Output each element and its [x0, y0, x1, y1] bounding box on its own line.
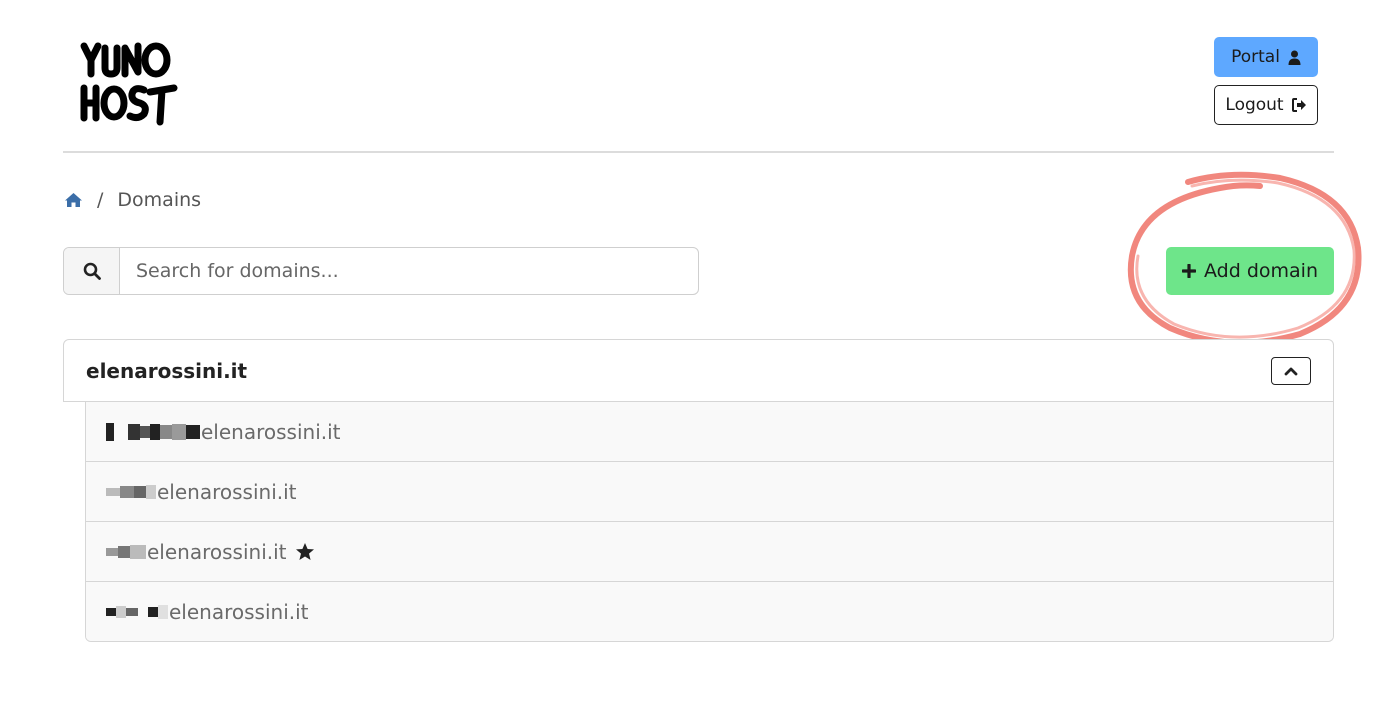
logout-label: Logout: [1225, 95, 1284, 115]
list-item[interactable]: elenarossini.it: [86, 461, 1333, 521]
domain-search: [63, 247, 699, 295]
logout-button[interactable]: Logout: [1214, 85, 1318, 125]
header-divider: [63, 151, 1334, 153]
yunohost-logo: [80, 42, 178, 126]
sign-out-icon: [1291, 98, 1306, 112]
breadcrumb-current: Domains: [117, 189, 202, 211]
redacted-prefix: [106, 541, 146, 563]
user-icon: [1288, 50, 1301, 65]
list-item[interactable]: elenarossini.it: [86, 581, 1333, 641]
domain-group-header: elenarossini.it: [63, 339, 1334, 402]
star-icon: [295, 542, 315, 561]
redacted-prefix: [106, 481, 156, 503]
subdomain-list: elenarossini.it elenarossini.it elenaros…: [85, 402, 1334, 642]
chevron-up-icon: [1284, 367, 1298, 375]
plus-icon: [1182, 264, 1196, 278]
collapse-button[interactable]: [1271, 356, 1311, 385]
breadcrumb: / Domains: [64, 186, 201, 214]
list-item[interactable]: elenarossini.it: [86, 402, 1333, 461]
list-item[interactable]: elenarossini.it: [86, 521, 1333, 581]
subdomain-name: elenarossini.it: [147, 539, 287, 564]
home-icon[interactable]: [64, 192, 83, 208]
portal-button[interactable]: Portal: [1214, 37, 1318, 77]
search-icon: [64, 248, 120, 294]
domain-group-title[interactable]: elenarossini.it: [86, 359, 247, 383]
subdomain-name: elenarossini.it: [169, 599, 309, 624]
subdomain-name: elenarossini.it: [157, 479, 297, 504]
portal-label: Portal: [1231, 47, 1280, 67]
redacted-prefix: [106, 601, 168, 623]
redacted-prefix: [106, 421, 200, 443]
subdomain-name: elenarossini.it: [201, 419, 341, 444]
search-input[interactable]: [120, 248, 698, 294]
add-domain-label: Add domain: [1204, 260, 1318, 282]
add-domain-button[interactable]: Add domain: [1166, 247, 1334, 295]
breadcrumb-separator: /: [97, 189, 104, 211]
